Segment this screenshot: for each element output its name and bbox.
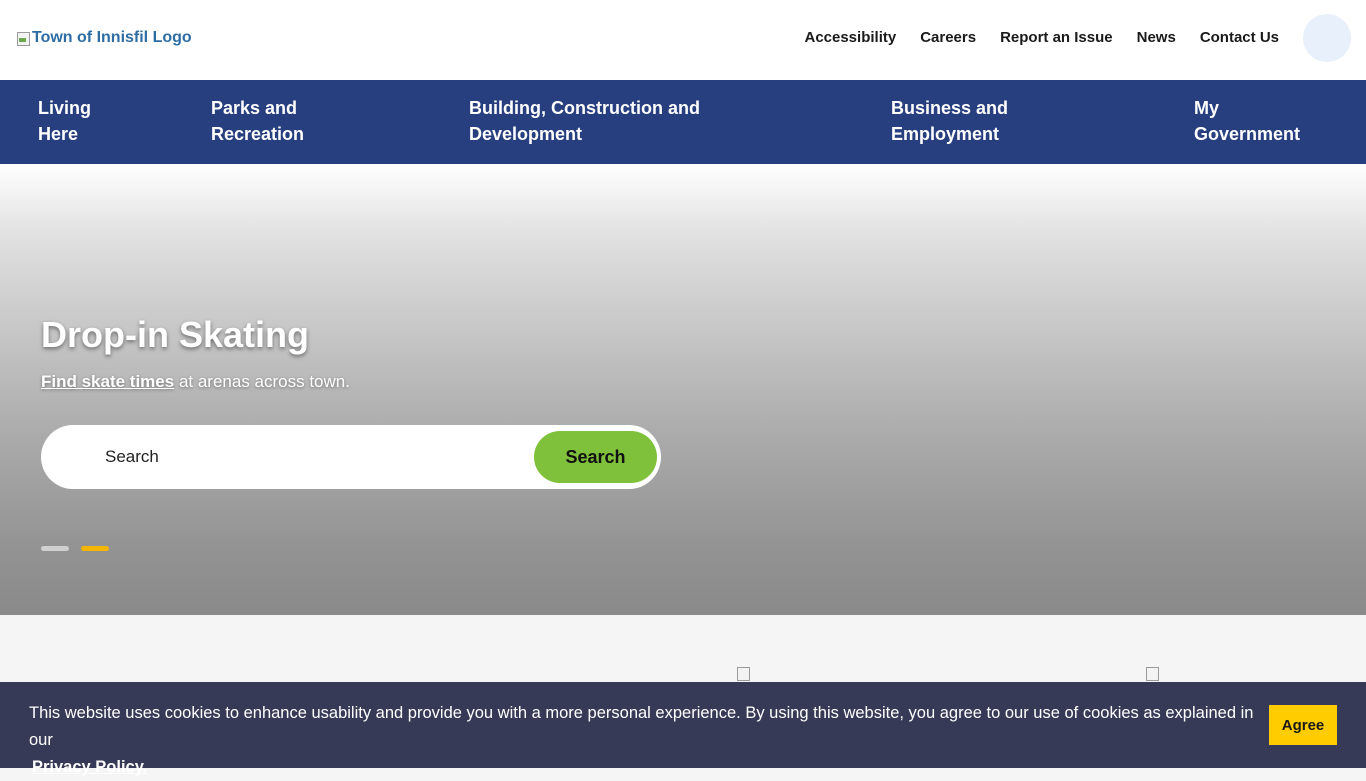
- site-header: Town of Innisfil Logo Accessibility Care…: [0, 0, 1366, 80]
- hero-subtitle-text: at arenas across town.: [174, 372, 350, 391]
- util-link-accessibility[interactable]: Accessibility: [804, 29, 896, 47]
- nav-item-business-employment[interactable]: Business and Employment: [891, 95, 1008, 147]
- util-link-news[interactable]: News: [1137, 29, 1176, 47]
- nav-item-label-line1: Living: [38, 98, 91, 118]
- cookie-text: This website uses cookies to enhance usa…: [29, 704, 1254, 749]
- site-logo[interactable]: Town of Innisfil Logo: [15, 29, 192, 47]
- main-nav: Living Here Parks and Recreation Buildin…: [0, 80, 1366, 164]
- search-button[interactable]: Search: [534, 431, 657, 483]
- nav-item-building-development[interactable]: Building, Construction and Development: [469, 95, 700, 147]
- broken-image-icon: [15, 30, 31, 46]
- nav-item-label-line2: Recreation: [211, 124, 305, 144]
- carousel-dot-2[interactable]: [81, 546, 109, 551]
- search-form: Search: [41, 425, 661, 489]
- broken-image-icon: [735, 665, 751, 681]
- nav-item-label-line1: Business and: [891, 98, 1009, 118]
- util-link-contact[interactable]: Contact Us: [1200, 29, 1279, 47]
- logo-alt-text: Town of Innisfil Logo: [32, 29, 192, 46]
- nav-item-label-line1: Building, Construction and: [469, 98, 700, 118]
- carousel-indicators: [41, 546, 109, 551]
- nav-item-living-here[interactable]: Living Here: [38, 95, 91, 147]
- utility-nav: Accessibility Careers Report an Issue Ne…: [804, 29, 1279, 47]
- nav-item-label-line2: Here: [38, 124, 79, 144]
- cookie-banner: This website uses cookies to enhance usa…: [0, 682, 1366, 776]
- util-link-report-issue[interactable]: Report an Issue: [1000, 29, 1113, 47]
- nav-item-label-line2: Government: [1194, 124, 1301, 144]
- hero-banner: Drop-in Skating Find skate times at aren…: [0, 164, 1366, 615]
- broken-image-icon: [1144, 665, 1160, 681]
- nav-item-label-line1: Parks and: [211, 98, 298, 118]
- util-link-careers[interactable]: Careers: [920, 29, 976, 47]
- nav-item-parks-recreation[interactable]: Parks and Recreation: [211, 95, 304, 147]
- hero-subtitle: Find skate times at arenas across town.: [41, 372, 350, 392]
- find-skate-times-link[interactable]: Find skate times: [41, 372, 174, 391]
- nav-item-label-line1: My: [1194, 98, 1220, 118]
- search-input[interactable]: [105, 425, 525, 489]
- hero-title: Drop-in Skating: [41, 314, 309, 355]
- nav-item-label-line2: Employment: [891, 124, 1000, 144]
- user-menu-button[interactable]: [1303, 14, 1351, 62]
- cookie-message: This website uses cookies to enhance usa…: [29, 700, 1259, 781]
- nav-item-label-line2: Development: [469, 124, 583, 144]
- nav-item-my-government[interactable]: My Government: [1194, 95, 1300, 147]
- carousel-dot-1[interactable]: [41, 546, 69, 551]
- agree-button[interactable]: Agree: [1269, 705, 1337, 745]
